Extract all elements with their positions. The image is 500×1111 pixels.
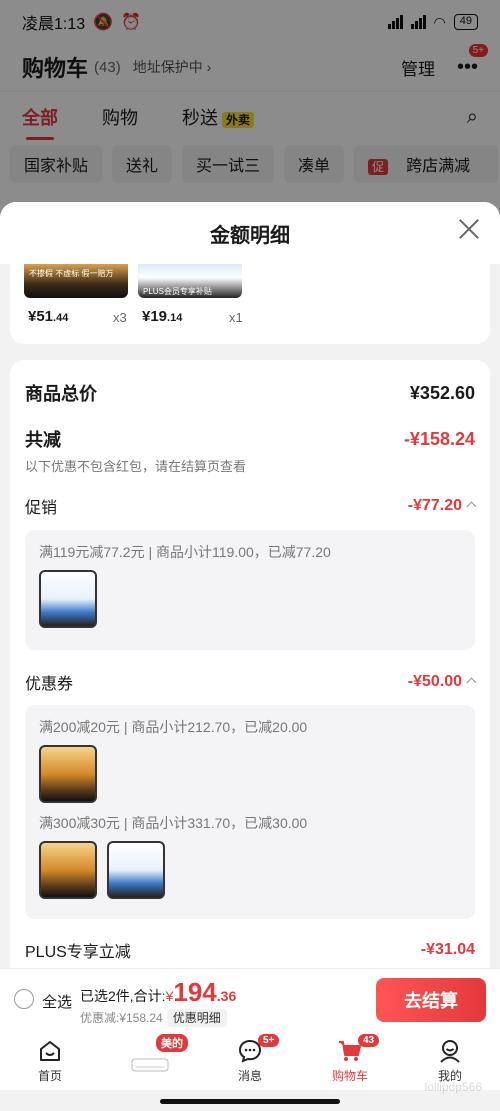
cart-badge: 43 bbox=[358, 1034, 380, 1047]
promotion-line: 满119元减77.2元 | 商品小计119.00，已减77.20 bbox=[39, 544, 331, 560]
product-qty: x3 bbox=[113, 310, 127, 325]
discount-note: 以下优惠不包含红包，请在结算页查看 bbox=[25, 459, 247, 474]
coupon-products bbox=[39, 841, 461, 899]
profile-icon bbox=[440, 1040, 460, 1063]
product-thumb[interactable] bbox=[39, 570, 97, 628]
checkout-bar: 全选 已选2件,合计:¥194.36 优惠减:¥158.24 优惠明细 去结算 bbox=[0, 968, 500, 1030]
product-price-int: ¥51 bbox=[28, 308, 54, 325]
selected-products: 不掺假 不虚标 假一赔万 ¥51.44 x3 PLUS会员专享补贴 ¥19.14… bbox=[10, 264, 490, 344]
checkout-button[interactable]: 去结算 bbox=[376, 978, 486, 1022]
promotion-value: -¥77.20 bbox=[407, 497, 477, 515]
selection-summary: 已选2件,合计:¥194.36 bbox=[80, 977, 236, 1008]
total-decimal: .36 bbox=[216, 988, 237, 1004]
product-price: ¥51.44 bbox=[28, 308, 68, 325]
product-thumb: PLUS会员专享补贴 bbox=[138, 264, 242, 298]
home-icon bbox=[40, 1041, 60, 1061]
total-row: 商品总价 ¥352.60 bbox=[25, 380, 475, 406]
amount-detail-sheet: 金额明细 不掺假 不虚标 假一赔万 ¥51.44 x3 PLUS会员专享补贴 ¥… bbox=[0, 202, 500, 968]
home-indicator[interactable] bbox=[160, 1099, 340, 1104]
messages-badge: 5+ bbox=[258, 1034, 280, 1047]
product-price: ¥19.14 bbox=[142, 308, 182, 325]
coupon-row[interactable]: 优惠券 -¥50.00 bbox=[25, 670, 477, 694]
product-item[interactable]: 不掺假 不虚标 假一赔万 ¥51.44 x3 bbox=[24, 264, 128, 325]
amount-breakdown: 商品总价 ¥352.60 共减 -¥158.24 以下优惠不包含红包，请在结算页… bbox=[10, 360, 490, 968]
total-label: 商品总价 bbox=[25, 384, 97, 404]
product-item[interactable]: PLUS会员专享补贴 ¥19.14 x1 bbox=[138, 264, 243, 325]
select-all-label[interactable]: 全选 bbox=[42, 991, 72, 1012]
promotion-label: 促销 bbox=[25, 500, 58, 517]
promotion-row[interactable]: 促销 -¥77.20 bbox=[25, 494, 477, 518]
aircon-promo-icon bbox=[131, 1058, 169, 1072]
total-amount: 194 bbox=[173, 977, 217, 1007]
coupon-value: -¥50.00 bbox=[407, 673, 477, 691]
reduce-row: 共减 -¥158.24 bbox=[25, 426, 475, 452]
tab-cart[interactable]: 购物车 43 bbox=[300, 1030, 400, 1090]
coupon-line: 满300减30元 | 商品小计331.70，已减30.00 bbox=[39, 815, 308, 831]
reduce-label: 共减 bbox=[25, 430, 61, 450]
discount-detail-button[interactable]: 优惠明细 bbox=[166, 1009, 227, 1027]
tab-promo[interactable]: 美的 bbox=[100, 1030, 200, 1090]
promotion-products bbox=[39, 570, 461, 628]
promotion-value-text: -¥77.20 bbox=[407, 497, 462, 514]
discount-summary: 优惠减:¥158.24 优惠明细 bbox=[80, 1009, 227, 1027]
product-price-dec: .14 bbox=[167, 312, 183, 324]
coupon-value-text: -¥50.00 bbox=[407, 673, 462, 690]
plus-discount-row: PLUS专享立减 -¥31.04 bbox=[25, 938, 475, 962]
sheet-title: 金额明细 bbox=[210, 224, 290, 247]
reduce-value: -¥158.24 bbox=[403, 428, 475, 449]
sheet-header: 金额明细 bbox=[0, 202, 500, 264]
tab-cart-label: 购物车 bbox=[331, 1069, 368, 1083]
total-value: ¥352.60 bbox=[409, 382, 475, 403]
product-price-int: ¥19 bbox=[142, 308, 168, 325]
coupon-line: 满200减20元 | 商品小计212.70，已减20.00 bbox=[39, 719, 308, 735]
product-thumb[interactable] bbox=[39, 745, 97, 803]
product-thumb[interactable] bbox=[39, 841, 97, 899]
tab-messages[interactable]: 消息 5+ bbox=[200, 1030, 300, 1090]
coupon-label: 优惠券 bbox=[25, 676, 74, 693]
coupon-products bbox=[39, 745, 461, 803]
chevron-up-icon bbox=[466, 501, 477, 512]
summary-prefix: 已选2件,合计: bbox=[80, 988, 166, 1004]
overlay-dim[interactable] bbox=[0, 0, 500, 220]
select-all-radio[interactable] bbox=[14, 989, 34, 1009]
product-price-dec: .44 bbox=[53, 312, 69, 324]
plus-value: -¥31.04 bbox=[420, 941, 475, 958]
discount-text: 优惠减:¥158.24 bbox=[80, 1011, 163, 1025]
product-thumb: 不掺假 不虚标 假一赔万 bbox=[24, 264, 128, 298]
promotion-box: 满119元减77.2元 | 商品小计119.00，已减77.20 bbox=[25, 530, 475, 650]
product-thumb[interactable] bbox=[107, 841, 165, 899]
product-caption: 不掺假 不虚标 假一赔万 bbox=[29, 269, 114, 278]
product-caption: PLUS会员专享补贴 bbox=[143, 287, 212, 296]
watermark: lollipop566 bbox=[424, 1080, 482, 1094]
product-qty: x1 bbox=[229, 310, 243, 325]
tab-home[interactable]: 首页 bbox=[0, 1030, 100, 1090]
tab-home-label: 首页 bbox=[37, 1069, 62, 1083]
promo-badge: 美的 bbox=[156, 1034, 188, 1052]
close-icon[interactable] bbox=[456, 216, 482, 242]
coupon-box: 满200减20元 | 商品小计212.70，已减20.00 满300减30元 |… bbox=[25, 705, 475, 919]
plus-label: PLUS专享立减 bbox=[25, 944, 131, 961]
chevron-up-icon bbox=[466, 677, 477, 688]
tab-messages-label: 消息 bbox=[237, 1069, 262, 1083]
